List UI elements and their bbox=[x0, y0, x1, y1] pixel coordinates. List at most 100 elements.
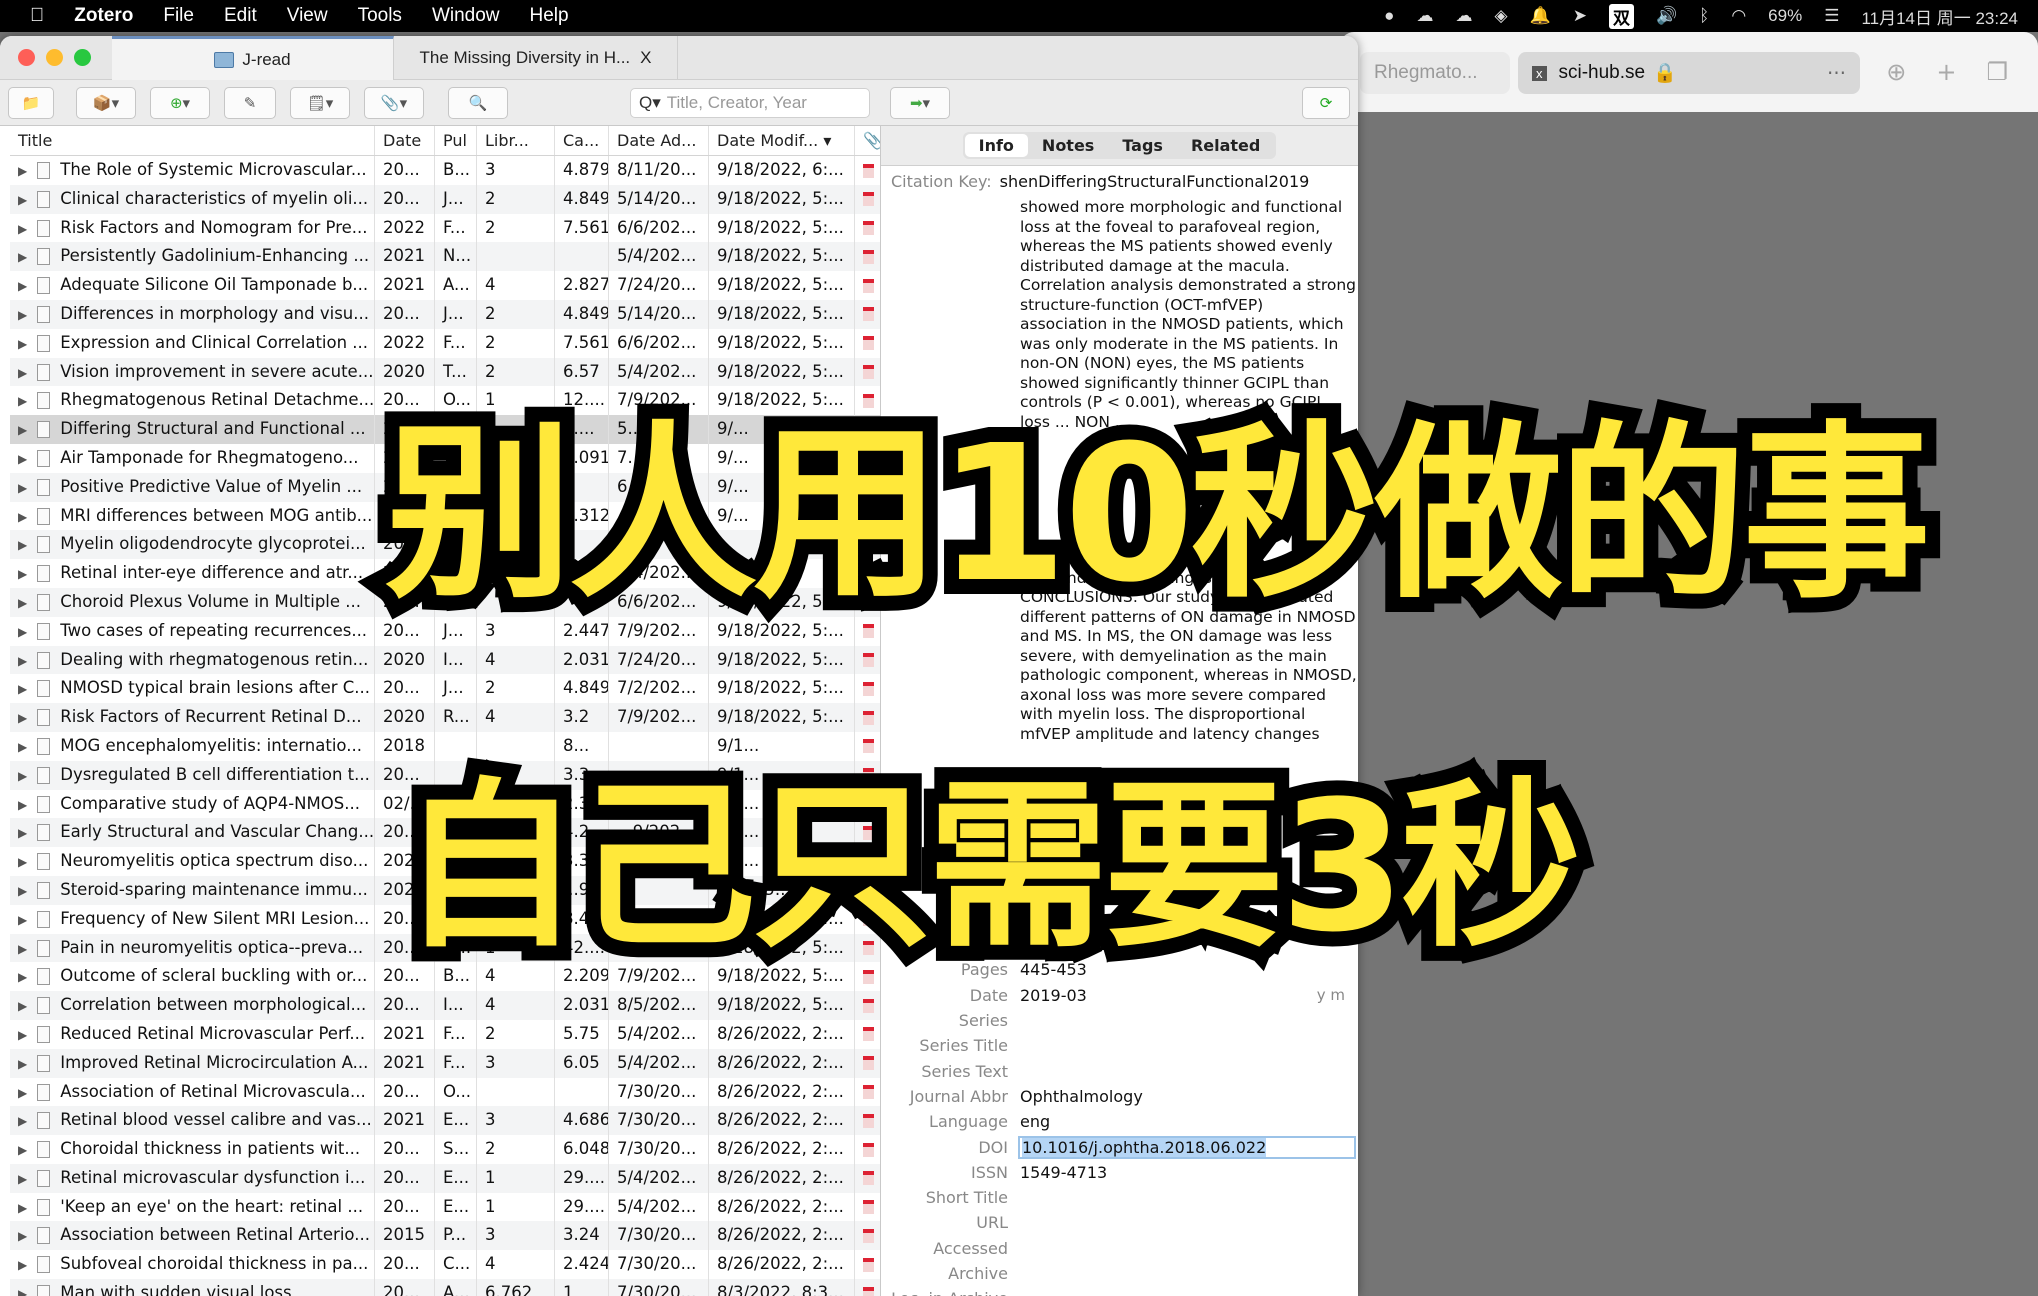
table-row[interactable]: ▶ Association of Retinal Microvascula... 2… bbox=[10, 1077, 880, 1107]
advanced-search-button[interactable]: 🔍 bbox=[448, 87, 508, 119]
table-row[interactable]: ▶ Subfoveal choroidal thickness in pa... 2… bbox=[10, 1250, 880, 1280]
table-row[interactable]: ▶ Adequate Silicone Oil Tamponade b... 202… bbox=[10, 271, 880, 300]
pdf-attachment-icon[interactable] bbox=[854, 184, 880, 214]
expand-triangle-icon[interactable]: ▶ bbox=[18, 1028, 27, 1042]
expand-triangle-icon[interactable]: ▶ bbox=[18, 308, 27, 322]
sync-button[interactable]: ⟳ bbox=[1302, 87, 1350, 119]
new-item-button[interactable]: ⊕ ▾ bbox=[150, 87, 210, 119]
expand-triangle-icon[interactable]: ▶ bbox=[18, 942, 27, 956]
pdf-attachment-icon[interactable] bbox=[854, 156, 880, 185]
browser-tab[interactable]: Rhegmato... bbox=[1360, 52, 1510, 94]
new-tab-icon[interactable]: + bbox=[1936, 58, 1956, 86]
new-collection-button[interactable]: 📁 bbox=[8, 87, 54, 119]
expand-triangle-icon[interactable]: ▶ bbox=[18, 769, 27, 783]
expand-triangle-icon[interactable]: ▶ bbox=[18, 1143, 27, 1157]
tab-notes[interactable]: Notes bbox=[1028, 134, 1108, 157]
expand-triangle-icon[interactable]: ▶ bbox=[18, 394, 27, 408]
minimize-button[interactable] bbox=[46, 49, 63, 66]
tab-tags[interactable]: Tags bbox=[1108, 134, 1177, 157]
expand-triangle-icon[interactable]: ▶ bbox=[18, 193, 27, 207]
expand-triangle-icon[interactable]: ▶ bbox=[18, 452, 27, 466]
browser-tab-active[interactable]: x sci-hub.se 🔒 ⋯ bbox=[1518, 52, 1860, 94]
expand-triangle-icon[interactable]: ▶ bbox=[18, 740, 27, 754]
menu-app[interactable]: Zotero bbox=[74, 5, 133, 27]
table-row[interactable]: ▶ Dealing with rhegmatogenous retin... 202… bbox=[10, 645, 880, 675]
bluetooth-icon[interactable]: ᛒ bbox=[1699, 6, 1709, 26]
table-row[interactable]: ▶ The Role of Systemic Microvascular... 20… bbox=[10, 156, 880, 185]
table-row[interactable]: ▶ Retinal microvascular dysfunction i... 2… bbox=[10, 1163, 880, 1193]
table-row[interactable]: ▶ Reduced Retinal Microvascular Perf... 20… bbox=[10, 1019, 880, 1049]
expand-triangle-icon[interactable]: ▶ bbox=[18, 337, 27, 351]
expand-triangle-icon[interactable]: ▶ bbox=[18, 279, 27, 293]
pdf-attachment-icon[interactable] bbox=[854, 645, 880, 675]
table-row[interactable]: ▶ Risk Factors and Nomogram for Pre... 202… bbox=[10, 213, 880, 243]
tab-library[interactable]: J-read bbox=[112, 36, 394, 80]
expand-triangle-icon[interactable]: ▶ bbox=[18, 711, 27, 725]
expand-triangle-icon[interactable]: ▶ bbox=[18, 654, 27, 668]
more-icon[interactable]: ⋯ bbox=[1827, 62, 1846, 85]
expand-triangle-icon[interactable]: ▶ bbox=[18, 538, 27, 552]
column-library[interactable]: Libr... bbox=[476, 126, 554, 155]
pdf-attachment-icon[interactable] bbox=[854, 299, 880, 329]
apple-icon[interactable]:  bbox=[30, 5, 44, 27]
tab-reader[interactable]: The Missing Diversity in H... X bbox=[394, 36, 678, 80]
zoom-button[interactable] bbox=[74, 49, 91, 66]
close-window-button[interactable] bbox=[18, 49, 35, 66]
expand-triangle-icon[interactable]: ▶ bbox=[18, 855, 27, 869]
expand-triangle-icon[interactable]: ▶ bbox=[18, 423, 27, 437]
attachment-column-icon[interactable]: 📎 bbox=[854, 126, 880, 155]
expand-triangle-icon[interactable]: ▶ bbox=[18, 625, 27, 639]
tab-info[interactable]: Info bbox=[964, 134, 1028, 157]
menu-view[interactable]: View bbox=[287, 5, 328, 27]
control-center-icon[interactable]: ☰ bbox=[1824, 6, 1839, 26]
expand-triangle-icon[interactable]: ▶ bbox=[18, 1172, 27, 1186]
table-row[interactable]: ▶ Expression and Clinical Correlation ...… bbox=[10, 328, 880, 358]
expand-triangle-icon[interactable]: ▶ bbox=[18, 970, 27, 984]
record-icon[interactable]: ● bbox=[1384, 6, 1394, 26]
tab-related[interactable]: Related bbox=[1177, 134, 1274, 157]
menu-tools[interactable]: Tools bbox=[358, 5, 402, 27]
table-row[interactable]: ▶ Persistently Gadolinium-Enhancing ... 20… bbox=[10, 242, 880, 272]
volume-icon[interactable]: 🔊 bbox=[1656, 6, 1677, 26]
search-input[interactable]: Q▾ Title, Creator, Year bbox=[630, 88, 870, 118]
field-value[interactable]: eng bbox=[1020, 1112, 1050, 1131]
expand-triangle-icon[interactable]: ▶ bbox=[18, 1287, 27, 1296]
column-publication[interactable]: Pul bbox=[434, 126, 476, 155]
new-note-button[interactable]: 🗒▾ bbox=[290, 87, 350, 119]
table-row[interactable]: ▶ Choroidal thickness in patients wit... 2… bbox=[10, 1135, 880, 1164]
battery-percent[interactable]: 69% bbox=[1768, 6, 1802, 26]
locate-button[interactable]: ➡ ▾ bbox=[890, 87, 950, 119]
close-tab-icon[interactable]: X bbox=[640, 48, 651, 68]
table-row[interactable]: ▶ Association between Retinal Arterio... 2… bbox=[10, 1221, 880, 1251]
field-value[interactable]: 1549-4713 bbox=[1020, 1163, 1107, 1182]
wifi-icon[interactable]: ◠ bbox=[1731, 6, 1746, 26]
expand-triangle-icon[interactable]: ▶ bbox=[18, 1057, 27, 1071]
expand-triangle-icon[interactable]: ▶ bbox=[18, 884, 27, 898]
menu-file[interactable]: File bbox=[163, 5, 194, 27]
download-icon[interactable]: ⊕ bbox=[1886, 58, 1906, 86]
table-row[interactable]: ▶ Improved Retinal Microcirculation A... 2… bbox=[10, 1048, 880, 1078]
expand-triangle-icon[interactable]: ▶ bbox=[18, 1229, 27, 1243]
pdf-attachment-icon[interactable] bbox=[854, 1077, 880, 1107]
pdf-attachment-icon[interactable] bbox=[854, 1163, 880, 1193]
expand-triangle-icon[interactable]: ▶ bbox=[18, 222, 27, 236]
add-by-identifier-button[interactable]: ✎ bbox=[224, 87, 276, 119]
table-row[interactable]: ▶ Clinical characteristics of myelin oli.… bbox=[10, 184, 880, 214]
pdf-attachment-icon[interactable] bbox=[854, 1048, 880, 1078]
bell-icon[interactable]: 🔔 bbox=[1530, 6, 1551, 26]
field-value[interactable]: 2019-03 bbox=[1020, 986, 1087, 1005]
expand-triangle-icon[interactable]: ▶ bbox=[18, 1258, 27, 1272]
column-date-modified[interactable]: Date Modif... ▾ bbox=[708, 126, 854, 155]
expand-triangle-icon[interactable]: ▶ bbox=[18, 913, 27, 927]
layers-icon[interactable]: ◈ bbox=[1494, 6, 1507, 26]
expand-triangle-icon[interactable]: ▶ bbox=[18, 1086, 27, 1100]
table-row[interactable]: ▶ Retinal blood vessel calibre and vas...… bbox=[10, 1106, 880, 1136]
field-value[interactable]: Ophthalmology bbox=[1020, 1087, 1143, 1106]
column-date-added[interactable]: Date Ad... bbox=[608, 126, 708, 155]
column-catalog[interactable]: Ca... bbox=[554, 126, 608, 155]
column-date[interactable]: Date bbox=[374, 126, 434, 155]
pdf-attachment-icon[interactable] bbox=[854, 1106, 880, 1136]
sync-cloud-icon[interactable]: ☁ bbox=[1455, 6, 1472, 26]
expand-triangle-icon[interactable]: ▶ bbox=[18, 366, 27, 380]
send-icon[interactable]: ➤ bbox=[1573, 6, 1587, 26]
